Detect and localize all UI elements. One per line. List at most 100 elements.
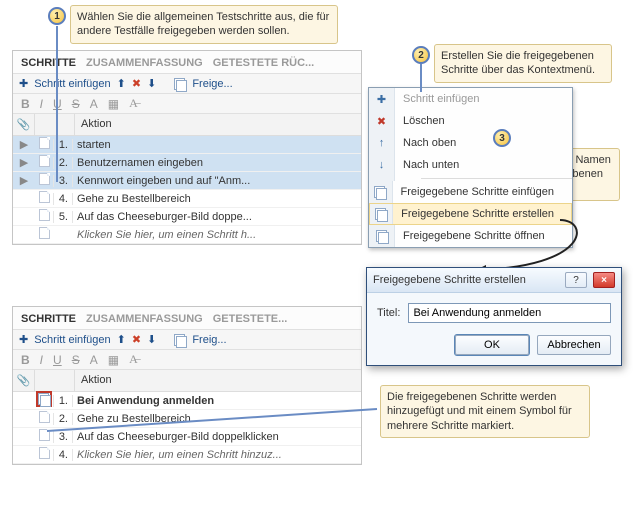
step-icon xyxy=(39,209,50,221)
move-up-icon-b[interactable]: ⬆ xyxy=(117,333,126,346)
steps-panel-bottom: SCHRITTE ZUSAMMENFASSUNG GETESTETE... ✚ … xyxy=(12,306,362,465)
ctx-move-up[interactable]: ↑ Nach oben xyxy=(369,132,572,154)
step-icon xyxy=(39,155,50,167)
step-icon xyxy=(39,191,50,203)
insert-step-button[interactable]: Schritt einfügen xyxy=(34,78,110,90)
bold-icon[interactable]: B xyxy=(19,97,32,111)
attachment-header-icon: 📎 xyxy=(13,114,35,135)
step-text: Gehe zu Bestellbereich xyxy=(73,413,361,425)
move-down-icon[interactable]: ⬇ xyxy=(147,77,156,90)
step-number: 5. xyxy=(53,211,73,223)
font-color-icon[interactable]: A xyxy=(88,97,100,111)
shared-create-icon xyxy=(375,208,387,220)
attachment-header-icon-b: 📎 xyxy=(13,370,35,391)
insert-step-button-b[interactable]: Schritt einfügen xyxy=(34,334,110,346)
arrow-up-icon: ↑ xyxy=(379,137,385,149)
step-text: Benutzernamen eingeben xyxy=(73,157,361,169)
move-up-icon[interactable]: ⬆ xyxy=(117,77,126,90)
callout-2: Erstellen Sie die freigegebenen Schritte… xyxy=(434,44,612,83)
shared-steps-icon[interactable] xyxy=(174,78,186,90)
tab-schritte-b[interactable]: SCHRITTE xyxy=(21,313,76,325)
step-text: Auf das Cheeseburger-Bild doppe... xyxy=(73,211,361,223)
column-aktion-b: Aktion xyxy=(75,370,361,391)
multi-step-icon xyxy=(38,393,50,405)
table-row[interactable]: 1.Bei Anwendung anmelden xyxy=(13,392,361,410)
step-icon xyxy=(39,429,50,441)
table-row[interactable]: 3.Auf das Cheeseburger-Bild doppelklicke… xyxy=(13,428,361,446)
ctx-shared-open[interactable]: Freigegebene Schritte öffnen xyxy=(369,225,572,247)
delete-step-icon-b[interactable]: ✖ xyxy=(132,333,141,346)
tab-schritte[interactable]: SCHRITTE xyxy=(21,57,76,69)
tabs-top: SCHRITTE ZUSAMMENFASSUNG GETESTETE RÜC..… xyxy=(13,51,361,74)
shared-insert-icon xyxy=(374,186,386,198)
highlight-icon-b[interactable]: ▦ xyxy=(106,353,121,367)
steps-grid-bottom: 1.Bei Anwendung anmelden2.Gehe zu Bestel… xyxy=(13,392,361,464)
create-shared-steps-dialog: Freigegebene Schritte erstellen ? × Tite… xyxy=(366,267,622,366)
strike-icon-b[interactable]: S xyxy=(70,353,82,367)
clear-format-icon-b[interactable]: A̶ xyxy=(127,352,140,367)
italic-icon[interactable]: I xyxy=(38,97,45,111)
tabs-bottom: SCHRITTE ZUSAMMENFASSUNG GETESTETE... xyxy=(13,307,361,330)
step-text: Bei Anwendung anmelden xyxy=(73,395,361,407)
insert-step-icon-b[interactable]: ✚ xyxy=(19,333,28,346)
table-row[interactable]: ▶1. starten xyxy=(13,136,361,154)
insert-step-icon[interactable]: ✚ xyxy=(19,77,28,90)
connector-2 xyxy=(420,64,422,92)
ctx-shared-create[interactable]: Freigegebene Schritte erstellen xyxy=(369,203,572,225)
format-toolbar-bottom: B I U S A ▦ A̶ xyxy=(13,350,361,370)
dialog-ok-button[interactable]: OK xyxy=(455,335,529,355)
underline-icon-b[interactable]: U xyxy=(51,353,64,367)
dialog-cancel-button[interactable]: Abbrechen xyxy=(537,335,611,355)
shared-open-icon xyxy=(376,230,388,242)
italic-icon-b[interactable]: I xyxy=(38,353,45,367)
column-header-bottom: 📎 Aktion xyxy=(13,370,361,392)
ctx-insert-step[interactable]: ✚ Schritt einfügen xyxy=(369,88,572,110)
toolbar-top: ✚ Schritt einfügen ⬆ ✖ ⬇ Freige... xyxy=(13,74,361,94)
step-icon xyxy=(39,227,50,239)
ctx-delete[interactable]: ✖ Löschen xyxy=(369,110,572,132)
table-row[interactable]: 2.Gehe zu Bestellbereich xyxy=(13,410,361,428)
callout-badge-1: 1 xyxy=(48,7,66,25)
shared-steps-button-b[interactable]: Freig... xyxy=(192,334,226,346)
step-icon xyxy=(39,173,50,185)
delete-step-icon[interactable]: ✖ xyxy=(132,77,141,90)
step-number: 4. xyxy=(53,193,73,205)
toolbar-bottom: ✚ Schritt einfügen ⬆ ✖ ⬇ Freig... xyxy=(13,330,361,350)
dialog-title: Freigegebene Schritte erstellen xyxy=(373,274,526,286)
format-toolbar-top: B I U S A ▦ A̶ xyxy=(13,94,361,114)
bold-icon-b[interactable]: B xyxy=(19,353,32,367)
move-down-icon-b[interactable]: ⬇ xyxy=(147,333,156,346)
tab-zusammenfassung-b[interactable]: ZUSAMMENFASSUNG xyxy=(86,313,203,325)
table-row[interactable]: 4.Klicken Sie hier, um einen Schritt hin… xyxy=(13,446,361,464)
connector-1 xyxy=(56,26,58,182)
ctx-move-down[interactable]: ↓ Nach unten xyxy=(369,154,572,176)
highlight-icon[interactable]: ▦ xyxy=(106,97,121,111)
table-row[interactable]: 5.Auf das Cheeseburger-Bild doppe... xyxy=(13,208,361,226)
column-aktion: Aktion xyxy=(75,114,361,135)
clear-format-icon[interactable]: A̶ xyxy=(127,96,140,111)
ctx-shared-insert[interactable]: Freigegebene Schritte einfügen xyxy=(369,181,572,203)
dialog-titel-input[interactable] xyxy=(408,303,611,323)
table-row[interactable]: ▶2.Benutzernamen eingeben xyxy=(13,154,361,172)
step-icon xyxy=(39,411,50,423)
callout-1: Wählen Sie die allgemeinen Testschritte … xyxy=(70,5,338,44)
tab-getestete-b[interactable]: GETESTETE... xyxy=(213,313,288,325)
column-header-top: 📎 Aktion xyxy=(13,114,361,136)
tab-zusammenfassung[interactable]: ZUSAMMENFASSUNG xyxy=(86,57,203,69)
table-row[interactable]: 4.Gehe zu Bestellbereich xyxy=(13,190,361,208)
shared-steps-button[interactable]: Freige... xyxy=(192,78,232,90)
dialog-close-button[interactable]: × xyxy=(593,272,615,288)
shared-steps-icon-b[interactable] xyxy=(174,334,186,346)
add-step-placeholder: Klicken Sie hier, um einen Schritt h... xyxy=(73,229,361,241)
dialog-help-button[interactable]: ? xyxy=(565,272,587,288)
step-text: starten xyxy=(73,139,361,151)
table-row[interactable]: ▶3.Kennwort eingeben und auf "Anm... xyxy=(13,172,361,190)
tab-getestete[interactable]: GETESTETE RÜC... xyxy=(213,57,314,69)
delete-icon: ✖ xyxy=(377,115,386,128)
context-menu: ✚ Schritt einfügen ✖ Löschen ↑ Nach oben… xyxy=(368,87,573,248)
font-color-icon-b[interactable]: A xyxy=(88,353,100,367)
steps-panel-top: SCHRITTE ZUSAMMENFASSUNG GETESTETE RÜC..… xyxy=(12,50,362,245)
add-step-row[interactable]: Klicken Sie hier, um einen Schritt h... xyxy=(13,226,361,244)
strike-icon[interactable]: S xyxy=(70,97,82,111)
step-text: Klicken Sie hier, um einen Schritt hinzu… xyxy=(73,449,361,461)
